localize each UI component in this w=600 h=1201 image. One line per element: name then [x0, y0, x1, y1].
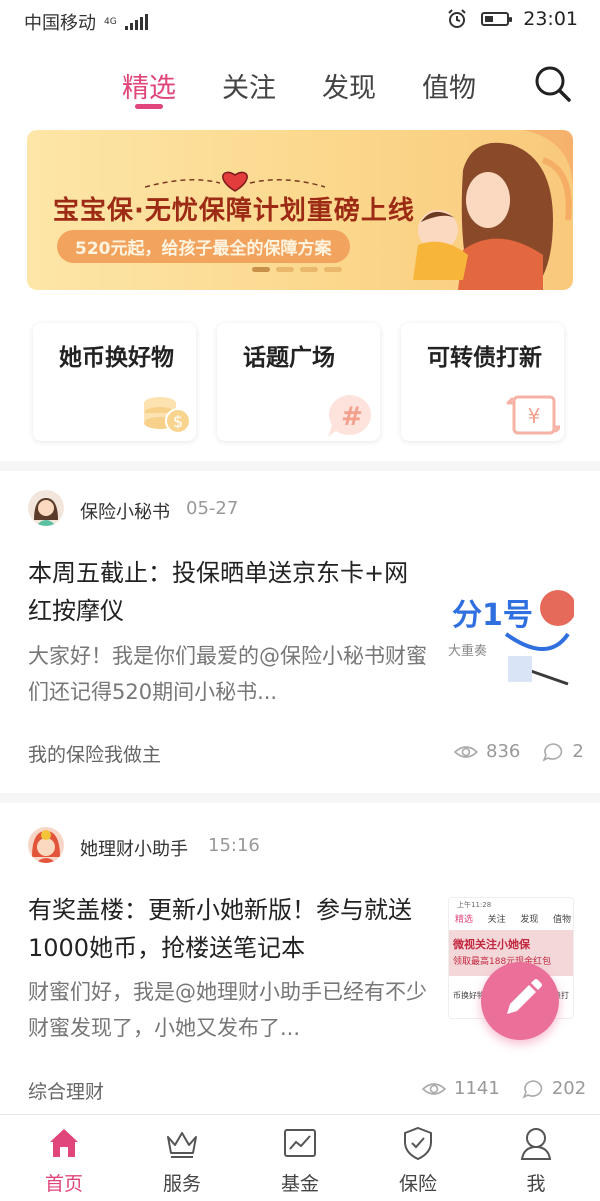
post-time: 05-27 [186, 498, 239, 519]
tab-worthy-items[interactable]: 值物 [422, 66, 476, 105]
thumbnail-subtext: 大重奏 [448, 644, 488, 659]
chart-icon [284, 1129, 316, 1157]
pagination-dot [252, 267, 270, 272]
clock-time: 23:01 [523, 8, 578, 30]
svg-text:$: $ [173, 412, 183, 431]
bottom-nav: 首页 服务 基金 保险 我 [0, 1114, 600, 1201]
post-excerpt: 财蜜们好，我是@她理财小助手已经有不少财蜜发现了，小她又发布了... [28, 980, 427, 1040]
alarm-icon [448, 9, 466, 28]
post-stats: 1141 202 [422, 1078, 586, 1099]
quick-link-label: 可转债打新 [427, 345, 542, 371]
post-author[interactable]: 保险小秘书 [80, 498, 170, 524]
pagination-dot [276, 267, 294, 272]
eye-icon [422, 1082, 446, 1095]
post-title[interactable]: 有奖盖楼：更新小她新版！参与就送1000她币，抢楼送笔记本 [28, 891, 428, 967]
thumbnail-tabs: 精选 关注 发现 值物 [455, 912, 571, 925]
pencil-icon [507, 979, 542, 1014]
status-right: 23:01 [447, 8, 578, 30]
author-avatar-icon [32, 830, 60, 863]
post-excerpt: 大家好！我是你们最爱的@保险小秘书财蜜们还记得520期间小秘书... [28, 644, 427, 704]
network-type: 4G [104, 16, 117, 27]
thumbnail-tab: 发现 [520, 915, 539, 925]
nav-fund[interactable]: 基金 [240, 1115, 360, 1201]
signal-icon [124, 14, 148, 30]
quick-link-bonds[interactable]: 可转债打新 ¥ [401, 323, 564, 441]
pagination-dot [300, 267, 318, 272]
top-tab-bar: 精选 关注 发现 值物 [0, 60, 600, 120]
nav-home[interactable]: 首页 [4, 1115, 124, 1201]
banner-subtitle: 520元起，给孩子最全的保障方案 [57, 230, 350, 263]
post-tag[interactable]: 综合理财 [28, 1077, 104, 1104]
thumbnail-status: 上午11:28 [457, 901, 492, 909]
thumbnail-line: 微视关注小她保 [453, 938, 530, 951]
yuan-exchange-icon: ¥ [506, 395, 560, 435]
avatar[interactable] [28, 490, 64, 526]
thumbnail-text: 分1号 [452, 598, 533, 633]
home-icon [50, 1129, 78, 1157]
tab-featured[interactable]: 精选 [122, 66, 176, 105]
nav-label: 基金 [280, 1173, 319, 1195]
status-bar: 中国移动 4G 23:01 [0, 0, 600, 40]
svg-text:#: # [341, 402, 363, 432]
nav-label: 我 [526, 1173, 546, 1195]
post-author[interactable]: 她理财小助手 [80, 835, 188, 861]
author-avatar-icon [34, 498, 58, 526]
mother-child-illustration [413, 130, 573, 290]
thumbnail-tab: 关注 [487, 915, 506, 925]
quick-link-label: 她币换好物 [59, 345, 174, 371]
thumbnail-tab: 精选 [455, 915, 474, 925]
eye-icon [454, 745, 478, 758]
quick-link-topics[interactable]: 话题广场 # [217, 323, 380, 441]
carrier-name: 中国移动 [24, 13, 96, 34]
shield-check-icon [404, 1126, 432, 1161]
view-count: 836 [486, 741, 521, 762]
active-tab-indicator [135, 104, 163, 109]
post-thumbnail[interactable]: 分1号 大重奏 [448, 574, 574, 696]
nav-service[interactable]: 服务 [122, 1115, 242, 1201]
quick-link-label: 话题广场 [243, 345, 335, 371]
pagination-dot [324, 267, 342, 272]
status-left: 中国移动 4G [24, 9, 148, 35]
post-time: 15:16 [208, 835, 260, 856]
promo-banner[interactable]: 宝宝保·无忧保障计划重磅上线 520元起，给孩子最全的保障方案 [27, 130, 573, 290]
search-icon[interactable] [534, 65, 572, 103]
svg-text:¥: ¥ [528, 404, 541, 428]
section-divider [0, 461, 600, 471]
nav-label: 首页 [44, 1173, 83, 1195]
nav-label: 保险 [398, 1173, 437, 1195]
post-title[interactable]: 本周五截止：投保晒单送京东卡+网红按摩仪 [28, 554, 428, 630]
quick-link-coins[interactable]: 她币换好物 $ [33, 323, 196, 441]
section-divider [0, 793, 600, 803]
tab-following[interactable]: 关注 [222, 66, 276, 105]
crown-icon [167, 1132, 197, 1158]
comment-count: 2 [572, 741, 584, 762]
post-stats: 836 2 [454, 741, 584, 762]
hashtag-bubble-icon: # [328, 394, 372, 437]
person-icon [520, 1128, 552, 1160]
battery-icon [481, 12, 513, 26]
nav-me[interactable]: 我 [476, 1115, 596, 1201]
banner-title: 宝宝保·无忧保障计划重磅上线 [53, 196, 415, 226]
view-count: 1141 [454, 1078, 500, 1099]
coins-icon: $ [144, 397, 191, 434]
nav-label: 服务 [162, 1173, 201, 1195]
tab-discover[interactable]: 发现 [322, 66, 376, 105]
nav-insurance[interactable]: 保险 [358, 1115, 478, 1201]
comment-icon [542, 742, 563, 762]
banner-pagination [252, 267, 342, 272]
comment-count: 202 [551, 1078, 587, 1099]
comment-icon [522, 1079, 543, 1099]
avatar[interactable] [28, 827, 64, 863]
compose-button[interactable] [481, 962, 559, 1040]
post-tag[interactable]: 我的保险我做主 [28, 740, 161, 767]
thumbnail-tab: 值物 [552, 915, 571, 925]
